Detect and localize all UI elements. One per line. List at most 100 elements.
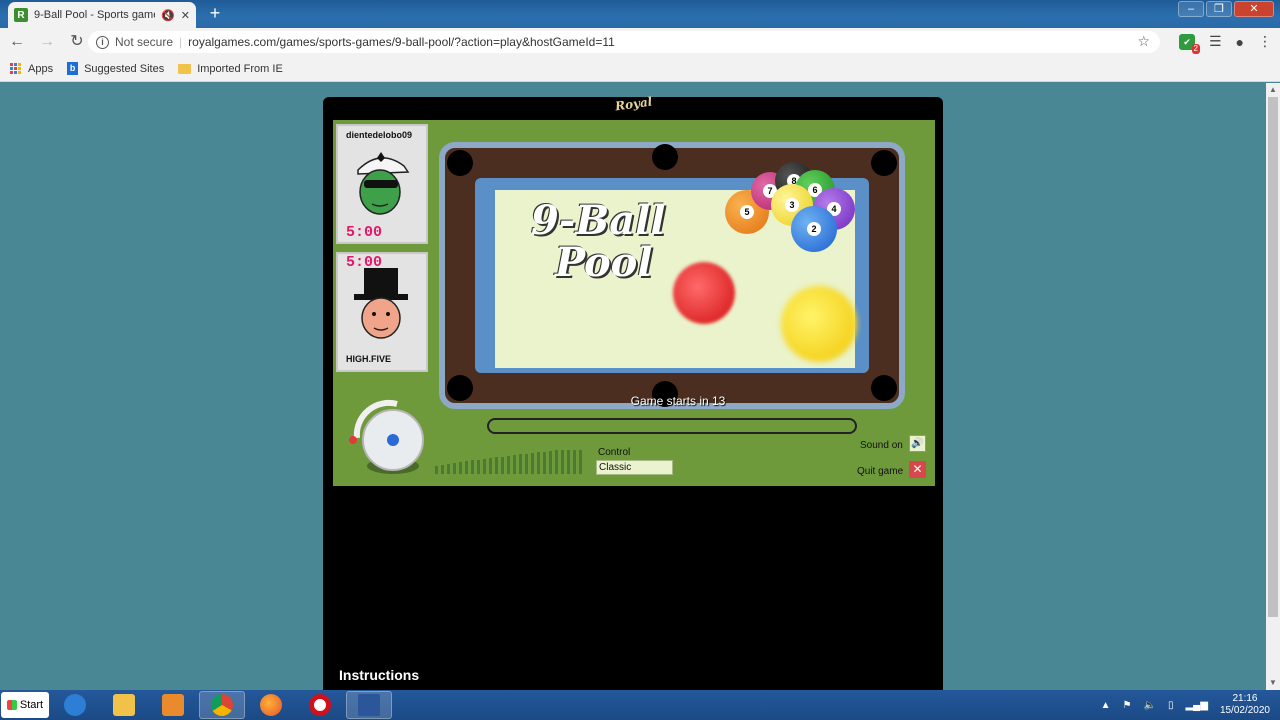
- taskbar-file-explorer[interactable]: [101, 691, 147, 719]
- instructions-heading[interactable]: Instructions: [339, 667, 419, 683]
- volume-icon[interactable]: 🔈: [1144, 700, 1156, 711]
- folder-icon: [178, 63, 192, 74]
- info-icon[interactable]: i: [96, 35, 109, 49]
- ball-number: 5: [740, 205, 754, 219]
- table-cloth[interactable]: 9-Ball Pool 5 7 8 6 3 4 2: [475, 162, 869, 373]
- taskbar-media-player[interactable]: [150, 691, 196, 719]
- extension-shield-icon[interactable]: ✔ 2: [1178, 33, 1200, 54]
- cue-track[interactable]: [487, 418, 857, 434]
- pool-table[interactable]: 9-Ball Pool 5 7 8 6 3 4 2 Game starts in…: [439, 142, 905, 409]
- browser-toolbar: ← → ↻ i Not secure | royalgames.com/game…: [0, 28, 1280, 56]
- network-signal-icon[interactable]: ▂▄▆: [1185, 700, 1207, 711]
- system-tray: ▲ ⚑ 🔈 ▯ ▂▄▆ 21:16 15/02/2020: [1101, 690, 1270, 720]
- royal-games-favicon-icon: R: [14, 8, 28, 22]
- quit-label: Quit game: [857, 466, 904, 477]
- internet-explorer-icon: [64, 694, 86, 716]
- tray-expand-icon[interactable]: ▲: [1101, 700, 1111, 711]
- reload-icon[interactable]: ↻: [64, 29, 90, 55]
- bookmark-star-icon[interactable]: ☆: [1137, 33, 1150, 50]
- omnibox-divider: |: [179, 35, 183, 49]
- action-center-flag-icon[interactable]: ⚑: [1123, 700, 1132, 711]
- taskbar-clock[interactable]: 21:16 15/02/2020: [1220, 693, 1270, 717]
- player-timer: 5:00: [346, 224, 383, 241]
- apps-grid-icon: [10, 62, 22, 75]
- sound-label: Sound on: [860, 440, 903, 451]
- scroll-thumb[interactable]: [1268, 97, 1278, 617]
- player-card-2: 5:00 HIGH.FIVE: [336, 252, 428, 372]
- tab-mute-icon[interactable]: 🔇: [161, 9, 175, 22]
- new-tab-button[interactable]: +: [204, 4, 226, 24]
- forward-icon[interactable]: →: [34, 29, 60, 55]
- bookmark-suggested-sites[interactable]: b Suggested Sites: [67, 62, 164, 75]
- quit-game-button[interactable]: ✕: [909, 461, 926, 478]
- url-text[interactable]: royalgames.com/games/sports-games/9-ball…: [188, 35, 615, 49]
- scroll-up-arrow-icon[interactable]: ▲: [1266, 83, 1280, 97]
- minimize-button[interactable]: –: [1178, 1, 1204, 17]
- royal-games-logo: Royal: [614, 94, 654, 114]
- game-frame: Royal dientedelobo09 5:00 5:00 HIGH.FIVE…: [323, 94, 943, 690]
- page-scrollbar[interactable]: ▲ ▼: [1266, 83, 1280, 690]
- media-player-icon: [162, 694, 184, 716]
- player-name: HIGH.FIVE: [346, 354, 392, 364]
- window-close-button[interactable]: ✕: [1234, 1, 1274, 17]
- game-countdown: Game starts in 13: [630, 394, 726, 408]
- folder-icon: [113, 694, 135, 716]
- ball-number: 2: [807, 222, 821, 236]
- reading-list-icon[interactable]: ☰: [1209, 33, 1222, 50]
- control-label: Control: [598, 447, 631, 458]
- taskbar-word[interactable]: [346, 691, 392, 719]
- taskbar-opera[interactable]: [297, 691, 343, 719]
- pocket: [652, 144, 678, 170]
- yellow-ball-animated: [781, 286, 857, 362]
- taskbar-firefox[interactable]: [248, 691, 294, 719]
- restore-button[interactable]: ❐: [1206, 1, 1232, 17]
- speaker-icon[interactable]: 🔊: [909, 435, 926, 452]
- chrome-icon: [211, 694, 233, 716]
- address-bar[interactable]: i Not secure | royalgames.com/games/spor…: [88, 31, 1160, 53]
- start-label: Start: [19, 699, 44, 711]
- tab-close-icon[interactable]: ✕: [181, 9, 190, 22]
- red-ball-animated: [673, 262, 735, 324]
- control-mode-select[interactable]: Classic: [596, 460, 673, 475]
- clock-time: 21:16: [1232, 693, 1258, 704]
- player-name: dientedelobo09: [346, 130, 413, 140]
- game-title: 9-Ball Pool: [531, 200, 666, 284]
- player-avatar-cap-icon: [357, 152, 410, 215]
- browser-tab[interactable]: R 9-Ball Pool - Sports games a 🔇 ✕: [8, 2, 196, 28]
- word-icon: [358, 694, 380, 716]
- game-title-line2: Pool: [555, 239, 653, 286]
- ball-number: 3: [785, 198, 799, 212]
- bookmark-apps[interactable]: Apps: [10, 62, 54, 75]
- start-button[interactable]: Start: [1, 692, 49, 718]
- not-secure-label: Not secure: [115, 35, 174, 49]
- extension-icons: ✔ 2 ☰ ● ⋮: [1178, 33, 1272, 54]
- opera-icon: [309, 694, 331, 716]
- firefox-icon: [260, 694, 282, 716]
- windows-logo-icon: [6, 700, 17, 710]
- extension-badge: 2: [1191, 43, 1200, 54]
- menu-kebab-icon[interactable]: ⋮: [1258, 33, 1272, 50]
- bookmark-label: Suggested Sites: [84, 62, 165, 75]
- taskbar-internet-explorer[interactable]: [52, 691, 98, 719]
- game-title-line1: 9-Ball: [531, 197, 666, 244]
- pool-ball: 2: [791, 206, 837, 252]
- battery-icon[interactable]: ▯: [1168, 700, 1174, 711]
- back-icon[interactable]: ←: [4, 29, 30, 55]
- taskbar-chrome[interactable]: [199, 691, 245, 719]
- bing-icon: b: [67, 62, 79, 75]
- bookmark-label: Apps: [28, 62, 54, 75]
- windows-taskbar: Start ▲ ⚑ 🔈 ▯ ▂▄▆ 21:16 15/02/2020: [0, 690, 1280, 720]
- pocket: [447, 150, 473, 176]
- profile-icon[interactable]: ●: [1236, 34, 1244, 50]
- scroll-down-arrow-icon[interactable]: ▼: [1266, 676, 1280, 690]
- bookmarks-bar: Apps b Suggested Sites Imported From IE: [0, 56, 1280, 82]
- power-meter[interactable]: [435, 450, 585, 474]
- spin-selector-icon[interactable]: [347, 396, 427, 476]
- bookmark-label: Imported From IE: [197, 62, 283, 75]
- bookmark-imported-from-ie[interactable]: Imported From IE: [178, 63, 283, 75]
- player-avatar-tophat-icon: [354, 268, 408, 339]
- player-card-1: dientedelobo09 5:00: [336, 124, 428, 244]
- game-canvas[interactable]: dientedelobo09 5:00 5:00 HIGH.FIVE 9-Bal…: [333, 120, 935, 486]
- tab-title: 9-Ball Pool - Sports games a: [34, 9, 155, 21]
- clock-date: 15/02/2020: [1219, 705, 1270, 716]
